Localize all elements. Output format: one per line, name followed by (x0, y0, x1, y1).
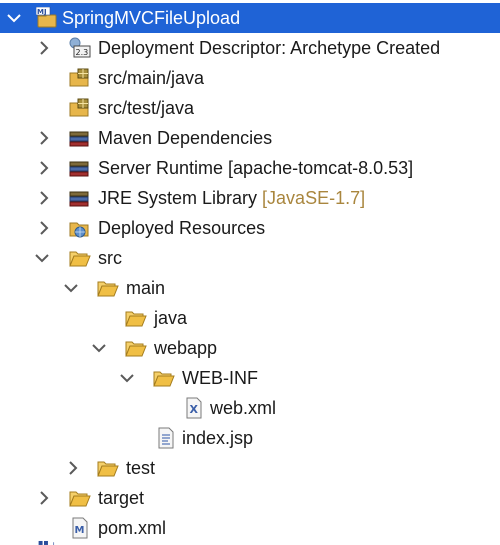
package-folder-icon (68, 67, 90, 89)
chevron-right-icon[interactable] (65, 460, 81, 476)
tree-item-maven-dependencies[interactable]: Maven Dependencies (0, 123, 500, 153)
svg-text:MJ: MJ (37, 8, 47, 16)
tree-item-label: SpringMVCFileUpload (62, 8, 241, 28)
chevron-down-icon[interactable] (63, 280, 79, 296)
chevron-right-icon[interactable] (36, 490, 52, 506)
next-project-icon: ▪▪ ╷ (38, 538, 57, 545)
folder-open-icon (124, 337, 147, 359)
tree-item-label: src/main/java (98, 68, 205, 88)
library-icon (68, 187, 90, 209)
chevron-down-icon[interactable] (91, 340, 107, 356)
tree-item-index-jsp[interactable]: index.jsp (0, 423, 500, 453)
tree-item-label: Server Runtime [apache-tomcat-8.0.53] (98, 158, 414, 178)
maven-project-icon: MJ (36, 7, 58, 29)
xml-file-icon: X (182, 397, 204, 419)
tree-item-jre-system-library[interactable]: JRE System Library [JavaSE-1.7] (0, 183, 500, 213)
tree-item-label: main (126, 278, 166, 298)
tree-item-target[interactable]: target (0, 483, 500, 513)
tree-item-label: JRE System Library [JavaSE-1.7] (98, 187, 365, 209)
tree-item-label: pom.xml (98, 518, 167, 538)
svg-text:2.3: 2.3 (76, 48, 89, 57)
folder-open-icon (124, 307, 147, 329)
tree-item-test[interactable]: test (0, 453, 500, 483)
folder-open-icon (68, 487, 91, 509)
library-name: JRE System Library (98, 188, 263, 208)
tree-item-web-xml[interactable]: X web.xml (0, 393, 500, 423)
jre-version-decoration: [JavaSE-1.7] (262, 188, 366, 208)
package-folder-icon (68, 97, 90, 119)
tree-item-label: target (98, 488, 145, 508)
chevron-right-icon[interactable] (36, 220, 52, 236)
svg-text:M: M (75, 525, 85, 536)
tree-item-src-test-java[interactable]: src/test/java (0, 93, 500, 123)
tree-item-label: Deployment Descriptor: Archetype Created (98, 38, 441, 58)
chevron-right-icon[interactable] (36, 130, 52, 146)
library-icon (68, 157, 90, 179)
tree-item-main[interactable]: main (0, 273, 500, 303)
deployed-resources-icon (68, 217, 90, 239)
tree-item-pom-xml[interactable]: M pom.xml (0, 513, 500, 543)
tree-item-label: Deployed Resources (98, 218, 266, 238)
tree-item-src[interactable]: src (0, 243, 500, 273)
folder-open-icon (152, 367, 175, 389)
chevron-down-icon[interactable] (119, 370, 135, 386)
tree-item-webapp[interactable]: webapp (0, 333, 500, 363)
tree-item-deployed-resources[interactable]: Deployed Resources (0, 213, 500, 243)
deployment-descriptor-icon: 2.3 (68, 37, 91, 59)
maven-pom-icon: M (68, 517, 90, 539)
svg-text:X: X (190, 403, 199, 416)
tree-item-label: webapp (154, 338, 218, 358)
tree-item-label: java (154, 308, 188, 328)
tree-item-label: web.xml (210, 398, 277, 418)
tree-item-label: src (98, 248, 122, 268)
chevron-down-icon[interactable] (6, 10, 22, 26)
chevron-down-icon[interactable] (34, 250, 50, 266)
chevron-right-icon[interactable] (36, 190, 52, 206)
tree-item-deployment-descriptor[interactable]: 2.3 Deployment Descriptor: Archetype Cre… (0, 33, 500, 63)
folder-open-icon (96, 457, 119, 479)
tree-item-label: test (126, 458, 156, 478)
tree-item-label: WEB-INF (182, 368, 258, 388)
folder-open-icon (96, 277, 119, 299)
project-explorer-tree: MJ SpringMVCFileUpload 2.3 Deployment De… (0, 0, 500, 545)
tree-item-server-runtime[interactable]: Server Runtime [apache-tomcat-8.0.53] (0, 153, 500, 183)
chevron-right-icon[interactable] (36, 160, 52, 176)
tree-item-label: src/test/java (98, 98, 195, 118)
folder-open-icon (68, 247, 91, 269)
tree-item-web-inf[interactable]: WEB-INF (0, 363, 500, 393)
library-icon (68, 127, 90, 149)
tree-item-label: index.jsp (182, 428, 254, 448)
tree-item-java[interactable]: java (0, 303, 500, 333)
tree-item-label: Maven Dependencies (98, 128, 273, 148)
chevron-right-icon[interactable] (36, 40, 52, 56)
tree-item-src-main-java[interactable]: src/main/java (0, 63, 500, 93)
jsp-file-icon (154, 427, 176, 449)
tree-item-project[interactable]: MJ SpringMVCFileUpload (0, 3, 500, 33)
